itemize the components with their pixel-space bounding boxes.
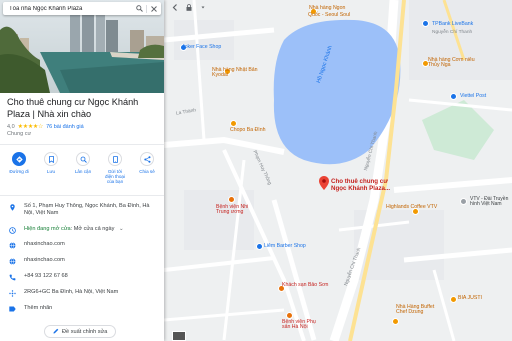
bank-pin[interactable] xyxy=(422,20,429,27)
globe-icon xyxy=(0,257,24,265)
more-options-icon[interactable] xyxy=(198,2,208,12)
map-base xyxy=(164,0,512,341)
map-label-quoc-seoul[interactable]: Quốc - Seoul Soul xyxy=(308,12,350,18)
plus-code-icon xyxy=(0,289,24,297)
divider xyxy=(0,195,164,196)
map-label-nguyen-chi-thanh-1: Nguyễn Chí Thanh xyxy=(432,30,473,35)
place-title: Cho thuê chung cư Ngọc Khánh Plaza | Nhà… xyxy=(7,97,139,119)
map-label-nha-hang-com[interactable]: Nhà hàng Cơm niêu Thủy Nga xyxy=(428,57,476,69)
address-text: Số 1, Phạm Huy Thông, Ngọc Khánh, Ba Đìn… xyxy=(24,203,150,216)
phone-row[interactable]: +84 93 122 67 68 xyxy=(0,273,164,281)
rating-row: 4,0 ★★★★☆ 76 bài đánh giá xyxy=(7,123,84,131)
map-label-nha-hang-nhat-ban[interactable]: Nhà hàng Nhật Bản Kyodai xyxy=(212,67,264,79)
map-label-tpbank[interactable]: TPBank LiveBank xyxy=(432,21,473,27)
share-icon xyxy=(140,152,154,166)
directions-button[interactable]: Đường đi xyxy=(8,152,30,185)
directions-icon xyxy=(12,152,26,166)
search-box[interactable] xyxy=(3,2,161,15)
map-label-highlands[interactable]: Highlands Coffee VTV xyxy=(386,204,437,210)
selected-place-pin-icon[interactable] xyxy=(319,176,329,190)
hospital-pin[interactable] xyxy=(228,196,235,203)
phone-text: +84 93 122 67 68 xyxy=(24,273,68,279)
save-label: Lưu xyxy=(46,169,56,174)
plus-code-row[interactable]: 2RG6+GC Ba Đình, Hà Nội, Việt Nam xyxy=(0,289,164,297)
chevron-down-icon[interactable]: ⌄ xyxy=(119,226,124,232)
map-label-benh-vien-nhi[interactable]: Bệnh viện Nhi Trung ương xyxy=(216,204,260,216)
building-pin[interactable] xyxy=(460,198,467,205)
hours-row[interactable]: Hiện đang mở cửa: Mở cửa cả ngày ⌄ xyxy=(0,226,164,234)
map-label-joker[interactable]: Joker Face Shop xyxy=(182,44,221,50)
search-input[interactable] xyxy=(3,2,132,15)
map-label-liem-barber[interactable]: Liêm Barber Shop xyxy=(264,243,306,249)
lock-icon[interactable] xyxy=(184,2,194,12)
map-label-justi[interactable]: BIA JUSTI xyxy=(458,295,482,301)
bar-pin[interactable] xyxy=(450,296,457,303)
plus-code-text: 2RG6+GC Ba Đình, Hà Nội, Việt Nam xyxy=(24,289,119,295)
label-icon xyxy=(0,305,24,312)
pencil-icon xyxy=(53,328,59,336)
add-label-row[interactable]: Thêm nhãn xyxy=(0,305,164,312)
map-label-nha-hang-ngon[interactable]: Nhà hàng Ngon xyxy=(309,5,345,11)
clock-icon xyxy=(0,226,24,234)
place-category[interactable]: Chung cư xyxy=(7,131,31,137)
close-icon[interactable] xyxy=(147,3,161,15)
nearby-icon xyxy=(76,152,90,166)
hours-detail: Mở cửa cả ngày xyxy=(73,226,115,232)
share-label: Chia sẻ xyxy=(139,169,155,174)
hospital-pin[interactable] xyxy=(286,312,293,319)
map-label-chopo[interactable]: Chopo Ba Đình xyxy=(230,127,265,133)
phone-icon xyxy=(0,273,24,281)
add-label-text: Thêm nhãn xyxy=(24,305,53,311)
rating-stars-icon: ★★★★☆ xyxy=(17,124,44,130)
nearby-button[interactable]: Lân cận xyxy=(72,152,94,185)
search-icon[interactable] xyxy=(132,3,146,15)
globe-icon xyxy=(0,241,24,249)
action-buttons: Đường đi Lưu Lân cận Gửi tới điện thoại … xyxy=(8,152,158,185)
save-button[interactable]: Lưu xyxy=(40,152,62,185)
website-text-2: nhaxinchao.com xyxy=(24,257,65,263)
hours-text: Hiện đang mở cửa: Mở cửa cả ngày ⌄ xyxy=(24,226,124,232)
rating-value: 4,0 xyxy=(7,123,15,130)
cafe-pin[interactable] xyxy=(230,120,237,127)
map-label-nha-hang-buffet[interactable]: Nhà Hàng Buffet Chef Dzung xyxy=(396,304,442,316)
suggest-edit-button[interactable]: Đề xuất chỉnh sửa xyxy=(44,325,117,338)
address-row[interactable]: Số 1, Phạm Huy Thông, Ngọc Khánh, Ba Đìn… xyxy=(0,203,164,217)
map-label-khach-san[interactable]: Khách sạn Bảo Sơn xyxy=(282,282,328,288)
map-label-viettel[interactable]: Viettel Post xyxy=(460,93,486,99)
send-to-phone-button[interactable]: Gửi tới điện thoại của bạn xyxy=(104,152,126,185)
map-top-controls xyxy=(164,0,208,14)
layer-thumbnail[interactable] xyxy=(172,331,186,341)
reviews-link[interactable]: 76 bài đánh giá xyxy=(46,124,84,130)
suggest-edit-label: Đề xuất chỉnh sửa xyxy=(62,328,108,335)
website-text-1: nhaxinchao.com xyxy=(24,241,65,247)
hours-status: Hiện đang mở cửa xyxy=(24,226,71,232)
share-button[interactable]: Chia sẻ xyxy=(136,152,158,185)
website-row-1[interactable]: nhaxinchao.com xyxy=(0,241,164,249)
map-canvas[interactable]: Hồ Ngọc Khánh Nhà hàng Ngon Quốc - Seoul… xyxy=(164,0,512,341)
website-row-2[interactable]: nhaxinchao.com xyxy=(0,257,164,265)
map-label-vtv[interactable]: VTV - Đài Truyền hình Việt Nam xyxy=(470,196,512,208)
place-panel: Cho thuê chung cư Ngọc Khánh Plaza | Nhà… xyxy=(0,0,164,341)
divider xyxy=(0,144,164,145)
location-pin-icon xyxy=(0,203,24,211)
send-to-phone-icon xyxy=(108,152,122,166)
post-pin[interactable] xyxy=(450,93,457,100)
map-label-benh-vien-phu-san[interactable]: Bệnh viện Phụ sản Hà Nội xyxy=(282,319,322,331)
send-to-phone-label: Gửi tới điện thoại của bạn xyxy=(105,169,125,185)
bookmark-icon xyxy=(44,152,58,166)
restaurant-pin[interactable] xyxy=(392,318,399,325)
selected-place-label[interactable]: Cho thuê chung cư Ngọc Khánh Plaza... xyxy=(331,178,395,192)
barber-pin[interactable] xyxy=(256,243,263,250)
nearby-label: Lân cận xyxy=(74,169,92,174)
collapse-panel-icon[interactable] xyxy=(170,2,180,12)
directions-label: Đường đi xyxy=(9,169,29,174)
